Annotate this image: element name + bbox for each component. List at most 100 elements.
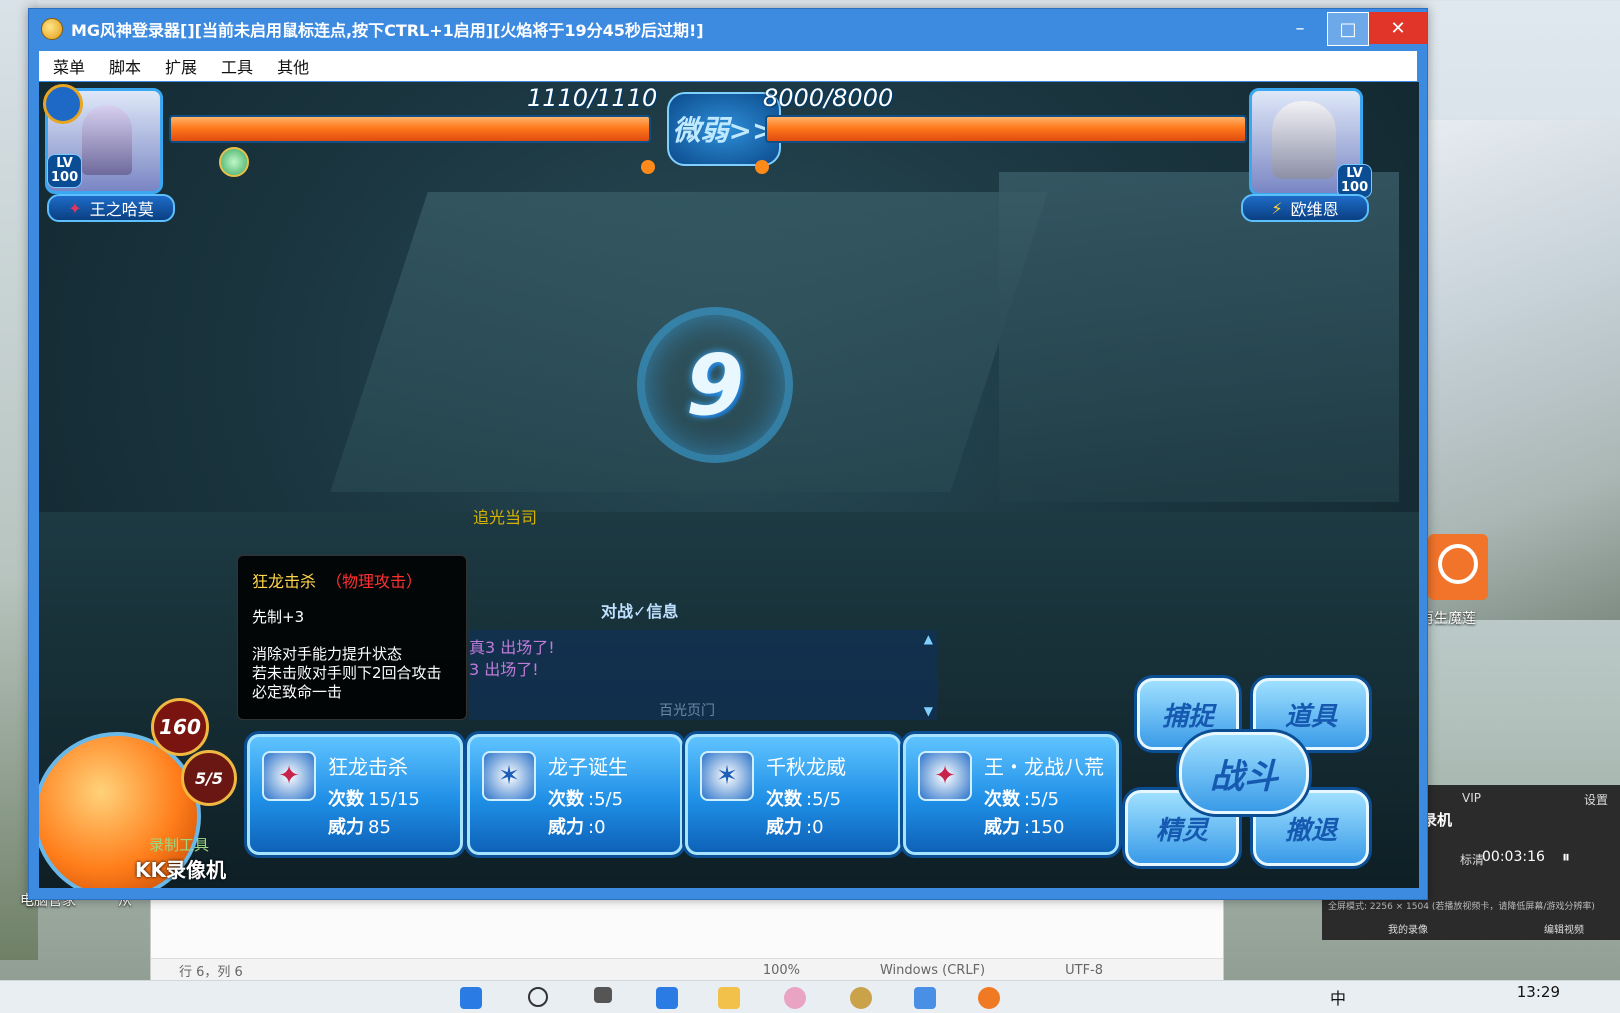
- title-bar[interactable]: MG风神登录器[][当前未启用鼠标连点,按下CTRL+1启用][火焰将于19分4…: [29, 9, 1427, 49]
- folder-icon[interactable]: [718, 987, 740, 1009]
- search-icon[interactable]: [528, 987, 548, 1007]
- enemy-hp-bar: [765, 115, 1247, 143]
- buff-indicator: [755, 160, 769, 174]
- launcher-window: MG风神登录器[][当前未启用鼠标连点,按下CTRL+1启用][火焰将于19分4…: [28, 8, 1428, 900]
- scroll-down-icon[interactable]: ▼: [924, 704, 933, 718]
- log-line: 真3 出场了!: [469, 638, 555, 657]
- level-value: 100: [1341, 180, 1369, 195]
- skill-button-2[interactable]: ✶ 龙子诞生 次数:5/5 威力:0: [467, 734, 683, 855]
- enemy-level-badge: LV 100: [1337, 164, 1373, 198]
- skill-power: :150: [1024, 817, 1065, 838]
- tooltip-skill-name: 狂龙击杀: [252, 572, 317, 591]
- skill-count-label: 次数: [328, 789, 364, 810]
- menu-item-script[interactable]: 脚本: [105, 52, 145, 80]
- menu-item-tools[interactable]: 工具: [217, 52, 257, 80]
- status-zoom: 100%: [762, 962, 800, 978]
- player-hp-bar: [169, 115, 651, 143]
- buff-indicator: [641, 160, 655, 174]
- recorder-quality[interactable]: 标清: [1460, 851, 1484, 868]
- skill-count-label: 次数: [984, 789, 1020, 810]
- taskbar: 中 13:29: [0, 980, 1620, 1013]
- recorder-settings[interactable]: 设置: [1584, 791, 1608, 808]
- star-skill-icon: ✶: [700, 751, 754, 801]
- tooltip-description: 消除对手能力提升状态 若未击败对手则下2回合攻击必定致命一击: [252, 645, 442, 701]
- orange-slice-icon: [1438, 544, 1478, 584]
- skill-count: :5/5: [806, 789, 842, 810]
- recorder-icon[interactable]: [978, 987, 1000, 1009]
- watermark-brand: KK录像机: [135, 858, 226, 882]
- level-value: 100: [51, 170, 79, 185]
- scroll-up-icon[interactable]: ▲: [924, 632, 933, 646]
- menu-item-other[interactable]: 其他: [273, 52, 313, 80]
- edit-video-button[interactable]: 编辑视频: [1544, 921, 1584, 936]
- log-line: 百光页门: [659, 703, 715, 719]
- skill-name: 狂龙击杀: [328, 755, 408, 779]
- widgets-icon[interactable]: [656, 987, 678, 1009]
- watermark-label: 录制工具: [149, 836, 210, 854]
- recorder-timer: 00:03:16: [1482, 849, 1545, 865]
- mode-label: 对战✓信息: [601, 602, 679, 621]
- skill-button-4[interactable]: ✦ 王・龙战八荒 次数:5/5 威力:150: [903, 734, 1119, 855]
- skill-tooltip: 狂龙击杀 （物理攻击） 先制+3 消除对手能力提升状态 若未击败对手则下2回合攻击…: [237, 555, 467, 720]
- battle-log[interactable]: 真3 出场了! 3 出场了! 百光页门 ▲ ▼: [469, 630, 937, 720]
- player-avatar: [82, 105, 132, 175]
- pet-count: 5/5: [181, 750, 237, 806]
- app-icon[interactable]: [784, 987, 806, 1009]
- ime-indicator[interactable]: 中: [1330, 985, 1346, 1009]
- skill-power-label: 威力: [328, 817, 364, 838]
- pause-icon[interactable]: ⏸: [1562, 847, 1570, 867]
- enemy-hp-text: 8000/8000: [763, 84, 894, 112]
- enemy-avatar: [1272, 101, 1336, 179]
- energy-value: 160: [151, 698, 209, 756]
- skill-button-3[interactable]: ✶ 千秋龙威 次数:5/5 威力:0: [685, 734, 901, 855]
- skill-name: 龙子诞生: [548, 755, 628, 779]
- close-button[interactable]: ✕: [1369, 12, 1427, 44]
- enemy-name: 欧维恩: [1290, 200, 1339, 219]
- status-line-col: 行 6，列 6: [179, 964, 243, 980]
- star-skill-icon: ✶: [482, 751, 536, 801]
- skill-power-label: 威力: [984, 817, 1020, 838]
- skill-count: :5/5: [1024, 789, 1060, 810]
- skill-count-label: 次数: [766, 789, 802, 810]
- window-title: MG风神登录器[][当前未启用鼠标连点,按下CTRL+1启用][火焰将于19分4…: [71, 21, 704, 40]
- clock[interactable]: 13:29: [1517, 983, 1560, 1001]
- player-orb-icon: [43, 84, 83, 124]
- status-encoding: UTF-8: [1065, 962, 1104, 978]
- level-label: LV: [1346, 166, 1363, 181]
- game-launcher-icon[interactable]: [850, 987, 872, 1009]
- tooltip-priority: 先制+3: [252, 608, 305, 626]
- scene-label: 追光当司: [473, 508, 538, 527]
- recorder-info: 全屏模式: 2256 × 1504 (若播放视频卡，请降低屏幕/游戏分辨率): [1328, 902, 1595, 912]
- fight-button[interactable]: 战斗: [1179, 732, 1309, 814]
- skill-count-label: 次数: [548, 789, 584, 810]
- skill-count: :5/5: [588, 789, 624, 810]
- minimize-button[interactable]: –: [1275, 12, 1325, 44]
- maximize-button[interactable]: □: [1327, 12, 1369, 46]
- dragon-skill-icon: ✦: [262, 751, 316, 801]
- turn-countdown: 9: [637, 307, 793, 463]
- status-eol: Windows (CRLF): [879, 962, 986, 978]
- notepad-icon[interactable]: [914, 987, 936, 1009]
- skill-power-label: 威力: [766, 817, 802, 838]
- vip-badge: VIP: [1462, 791, 1481, 805]
- player-name: 王之哈莫: [89, 200, 154, 219]
- status-effect-icon[interactable]: [219, 147, 249, 177]
- skill-button-1[interactable]: ✦ 狂龙击杀 次数 15/15 威力 85: [247, 734, 463, 855]
- menu-item-main[interactable]: 菜单: [49, 52, 89, 80]
- menu-item-extend[interactable]: 扩展: [161, 52, 201, 80]
- dragon-icon: ✦: [68, 198, 82, 218]
- desktop-app-label: 再生魔莲: [1420, 611, 1476, 627]
- skill-count: 15/15: [368, 789, 420, 810]
- start-icon[interactable]: [460, 987, 482, 1009]
- notepad-status-bar: 行 6，列 6 100% Windows (CRLF) UTF-8: [151, 958, 1223, 981]
- my-recordings-button[interactable]: 我的录像: [1388, 921, 1428, 936]
- player-level-badge: LV 100: [47, 154, 83, 188]
- skill-power: 85: [368, 817, 391, 838]
- game-viewport[interactable]: LV 100 ✦ 王之哈莫 1110/1110 微弱>> 8000/8000 LV…: [39, 82, 1419, 888]
- desktop-app-icon[interactable]: [1428, 534, 1488, 600]
- level-label: LV: [56, 156, 73, 171]
- skill-name: 千秋龙威: [766, 755, 846, 779]
- menu-bar: 菜单 脚本 扩展 工具 其他: [39, 51, 1417, 81]
- skill-power: :0: [806, 817, 824, 838]
- task-view-icon[interactable]: [594, 987, 612, 1003]
